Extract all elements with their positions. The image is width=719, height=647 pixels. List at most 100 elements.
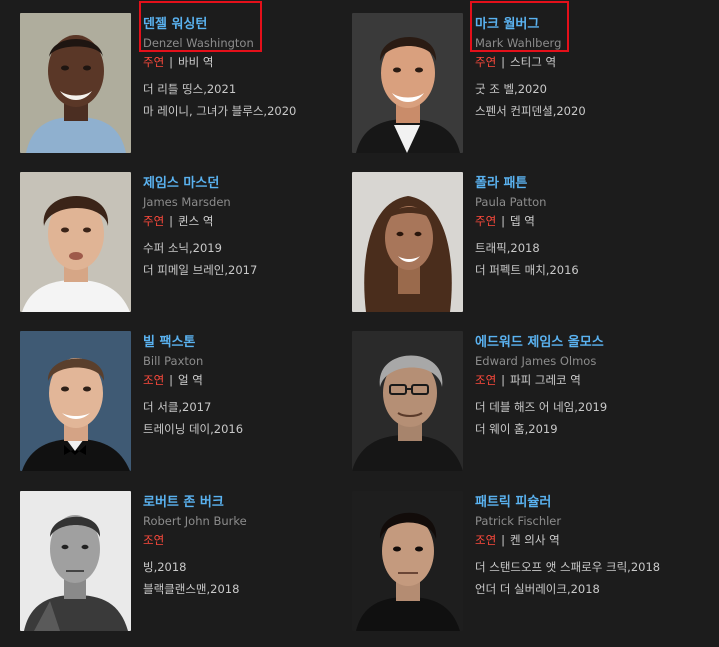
filmography-list: 굿 조 벨,2020 스펜서 컨피덴셜,2020: [475, 82, 680, 119]
actor-portrait-image: [20, 331, 131, 471]
cast-info: 빌 팩스톤 Bill Paxton 조연 | 얼 역 더 서클,2017 트레이닝 …: [143, 331, 348, 444]
filmography-item[interactable]: 수퍼 소닉,2019: [143, 241, 348, 256]
cast-card: 로버트 존 버크 Robert John Burke 조연 빙,2018 블랙클…: [20, 491, 350, 631]
filmography-item[interactable]: 더 서클,2017: [143, 400, 348, 415]
actor-photo[interactable]: [20, 172, 131, 312]
actor-photo[interactable]: [352, 491, 463, 631]
actor-english-name: James Marsden: [143, 195, 231, 209]
cast-info: 로버트 존 버크 Robert John Burke 조연 빙,2018 블랙클…: [143, 491, 348, 604]
cast-card: 에드워드 제임스 올모스 Edward James Olmos 조연 | 파피 그레…: [352, 331, 682, 471]
actor-portrait-image: [352, 491, 463, 631]
role-type-label: 조연: [143, 373, 165, 387]
filmography-item[interactable]: 빙,2018: [143, 560, 348, 575]
cast-card: 폴라 패튼 Paula Patton 주연 | 뎁 역 트래픽,2018 더 퍼펙트…: [352, 172, 682, 312]
character-name: 스티그 역: [510, 55, 557, 69]
filmography-item[interactable]: 트래픽,2018: [475, 241, 680, 256]
actor-portrait-image: [352, 331, 463, 471]
role-type-label: 주연: [143, 214, 165, 228]
cast-card: 제임스 마스던 James Marsden 주연 | 퀸스 역 수퍼 소닉,2019…: [20, 172, 350, 312]
actor-name-link[interactable]: 덴젤 워싱턴: [143, 16, 207, 34]
character-name: 얼 역: [178, 373, 203, 387]
cast-card: 마크 월버그 Mark Wahlberg 주연 | 스티그 역 굿 조 벨,2020…: [352, 13, 682, 153]
actor-name-link[interactable]: 빌 팩스톤: [143, 334, 195, 352]
role-separator: |: [501, 533, 506, 547]
role-type-label: 조연: [475, 373, 497, 387]
role-separator: |: [169, 373, 174, 387]
role-separator: |: [169, 55, 174, 69]
role-type-label: 조연: [143, 533, 165, 547]
role-line: 주연 | 바비 역: [143, 54, 348, 70]
actor-english-name: Denzel Washington: [143, 36, 254, 50]
actor-english-name: Paula Patton: [475, 195, 547, 209]
actor-name-link[interactable]: 제임스 마스던: [143, 175, 219, 193]
actor-name-link[interactable]: 로버트 존 버크: [143, 494, 224, 512]
role-type-label: 주연: [475, 55, 497, 69]
cast-info: 마크 월버그 Mark Wahlberg 주연 | 스티그 역 굿 조 벨,2020…: [475, 13, 680, 126]
filmography-item[interactable]: 블랙클랜스맨,2018: [143, 582, 348, 597]
filmography-item[interactable]: 마 레이니, 그녀가 블루스,2020: [143, 104, 348, 119]
actor-photo[interactable]: [20, 491, 131, 631]
filmography-item[interactable]: 언더 더 실버레이크,2018: [475, 582, 680, 597]
character-name: 퀸스 역: [178, 214, 214, 228]
filmography-item[interactable]: 더 퍼펙트 매치,2016: [475, 263, 680, 278]
filmography-item[interactable]: 더 웨이 홈,2019: [475, 422, 680, 437]
role-separator: |: [169, 214, 174, 228]
role-line: 주연 | 퀸스 역: [143, 213, 348, 229]
cast-info: 패트릭 피슐러 Patrick Fischler 조연 | 켄 의사 역 더 스탠드…: [475, 491, 680, 604]
role-line: 조연 | 켄 의사 역: [475, 532, 680, 548]
character-name: 바비 역: [178, 55, 214, 69]
filmography-item[interactable]: 더 스탠드오프 앳 스패로우 크릭,2018: [475, 560, 680, 575]
role-separator: |: [501, 373, 506, 387]
role-type-label: 조연: [475, 533, 497, 547]
actor-name-link[interactable]: 마크 월버그: [475, 16, 539, 34]
actor-name-link[interactable]: 에드워드 제임스 올모스: [475, 334, 604, 352]
filmography-list: 더 스탠드오프 앳 스패로우 크릭,2018 언더 더 실버레이크,2018: [475, 560, 680, 597]
cast-info: 폴라 패튼 Paula Patton 주연 | 뎁 역 트래픽,2018 더 퍼펙트…: [475, 172, 680, 285]
cast-card: 패트릭 피슐러 Patrick Fischler 조연 | 켄 의사 역 더 스탠드…: [352, 491, 682, 631]
role-type-label: 주연: [475, 214, 497, 228]
actor-photo[interactable]: [352, 172, 463, 312]
actor-english-name: Mark Wahlberg: [475, 36, 562, 50]
filmography-list: 더 리틀 띵스,2021 마 레이니, 그녀가 블루스,2020: [143, 82, 348, 119]
filmography-item[interactable]: 굿 조 벨,2020: [475, 82, 680, 97]
actor-photo[interactable]: [20, 331, 131, 471]
actor-portrait-image: [352, 13, 463, 153]
filmography-list: 빙,2018 블랙클랜스맨,2018: [143, 560, 348, 597]
role-line: 주연 | 뎁 역: [475, 213, 680, 229]
actor-portrait-image: [352, 172, 463, 312]
role-type-label: 주연: [143, 55, 165, 69]
character-name: 뎁 역: [510, 214, 535, 228]
filmography-list: 트래픽,2018 더 퍼펙트 매치,2016: [475, 241, 680, 278]
actor-english-name: Bill Paxton: [143, 354, 204, 368]
actor-portrait-image: [20, 13, 131, 153]
filmography-item[interactable]: 더 피메일 브레인,2017: [143, 263, 348, 278]
filmography-list: 더 데블 해즈 어 네임,2019 더 웨이 홈,2019: [475, 400, 680, 437]
role-line: 조연 | 파피 그레코 역: [475, 372, 680, 388]
actor-photo[interactable]: [352, 331, 463, 471]
role-line: 조연 | 얼 역: [143, 372, 348, 388]
actor-name-link[interactable]: 패트릭 피슐러: [475, 494, 551, 512]
actor-photo[interactable]: [352, 13, 463, 153]
actor-photo[interactable]: [20, 13, 131, 153]
role-separator: |: [501, 55, 506, 69]
role-separator: |: [501, 214, 506, 228]
role-line: 주연 | 스티그 역: [475, 54, 680, 70]
actor-portrait-image: [20, 172, 131, 312]
actor-name-link[interactable]: 폴라 패튼: [475, 175, 527, 193]
character-name: 파피 그레코 역: [510, 373, 581, 387]
filmography-item[interactable]: 트레이닝 데이,2016: [143, 422, 348, 437]
cast-card: 빌 팩스톤 Bill Paxton 조연 | 얼 역 더 서클,2017 트레이닝 …: [20, 331, 350, 471]
filmography-item[interactable]: 스펜서 컨피덴셜,2020: [475, 104, 680, 119]
role-line: 조연: [143, 532, 348, 548]
filmography-item[interactable]: 더 데블 해즈 어 네임,2019: [475, 400, 680, 415]
actor-english-name: Robert John Burke: [143, 514, 247, 528]
filmography-list: 더 서클,2017 트레이닝 데이,2016: [143, 400, 348, 437]
character-name: 켄 의사 역: [510, 533, 560, 547]
cast-info: 덴젤 워싱턴 Denzel Washington 주연 | 바비 역 더 리틀 띵스…: [143, 13, 348, 126]
cast-card: 덴젤 워싱턴 Denzel Washington 주연 | 바비 역 더 리틀 띵스…: [20, 13, 350, 153]
actor-english-name: Patrick Fischler: [475, 514, 562, 528]
filmography-item[interactable]: 더 리틀 띵스,2021: [143, 82, 348, 97]
actor-portrait-image: [20, 491, 131, 631]
cast-info: 에드워드 제임스 올모스 Edward James Olmos 조연 | 파피 그레…: [475, 331, 680, 444]
actor-english-name: Edward James Olmos: [475, 354, 597, 368]
